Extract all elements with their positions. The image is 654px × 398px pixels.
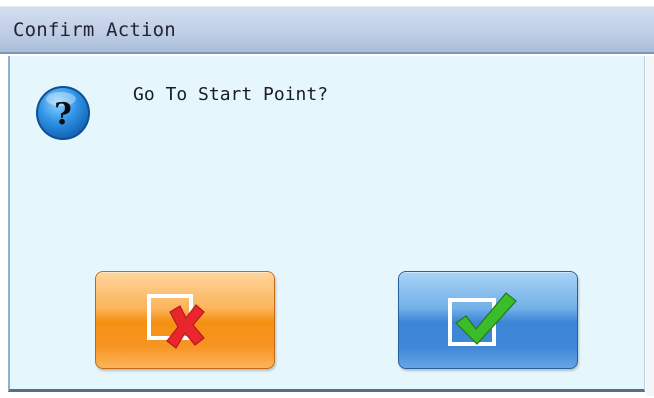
dialog-title-bar[interactable]: Confirm Action [0, 6, 654, 54]
svg-text:?: ? [54, 97, 72, 132]
question-icon: ? [34, 84, 92, 142]
cancel-button[interactable] [95, 271, 275, 369]
checkmark-icon [448, 292, 517, 346]
dialog-right-edge [646, 56, 654, 396]
confirm-dialog: Confirm Action ? Go To Start Point? [0, 0, 654, 398]
x-cross-icon [147, 294, 205, 349]
dialog-title: Confirm Action [13, 19, 176, 41]
dialog-message: Go To Start Point? [133, 84, 329, 105]
ok-button[interactable] [398, 271, 578, 369]
